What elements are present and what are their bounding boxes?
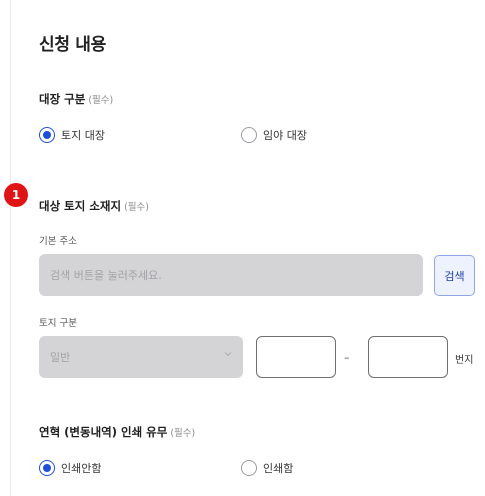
radio-checked-icon [39,460,55,476]
address-label: 기본 주소 [39,236,77,247]
radio-label: 토지 대장 [61,129,105,142]
radio-unchecked-icon [241,127,257,143]
lot-main-number-input[interactable] [256,336,336,378]
required-tag: (필수) [124,202,149,213]
radio-land-register[interactable]: 토지 대장 [39,127,105,143]
required-tag: (필수) [88,95,114,106]
lot-unit-label: 번지 [455,355,474,366]
location-title: 대상 토지 소재지 [39,199,122,213]
radio-label: 인쇄안함 [61,462,102,475]
radio-print[interactable]: 인쇄함 [241,460,293,476]
step-badge: 1 [4,183,28,207]
lot-sub-number-input[interactable] [368,336,448,378]
radio-forest-register[interactable]: 임야 대장 [241,127,307,143]
print-history-title: 연혁 (변동내역) 인쇄 유무 [39,425,168,439]
register-type-title: 대장 구분 [39,92,86,106]
land-type-label: 토지 구분 [39,318,77,329]
address-input[interactable]: 검색 버튼을 눌러주세요. [39,254,423,296]
register-type-heading: 대장 구분 (필수) [39,91,113,107]
radio-no-print[interactable]: 인쇄안함 [39,460,101,476]
page-title: 신청 내용 [39,35,106,55]
radio-unchecked-icon [241,460,257,476]
required-tag: (필수) [170,428,196,439]
print-history-heading: 연혁 (변동내역) 인쇄 유무 (필수) [39,424,195,440]
search-button[interactable]: 검색 [434,255,475,296]
card-left-border [10,0,11,496]
land-type-select[interactable]: 일반 [39,336,243,378]
chevron-down-icon [224,352,232,357]
location-heading: 대상 토지 소재지 (필수) [39,198,149,214]
radio-label: 임야 대장 [263,129,307,142]
radio-checked-icon [39,127,55,143]
lot-separator: – [344,351,350,364]
land-type-value: 일반 [50,351,71,364]
radio-label: 인쇄함 [263,462,294,475]
